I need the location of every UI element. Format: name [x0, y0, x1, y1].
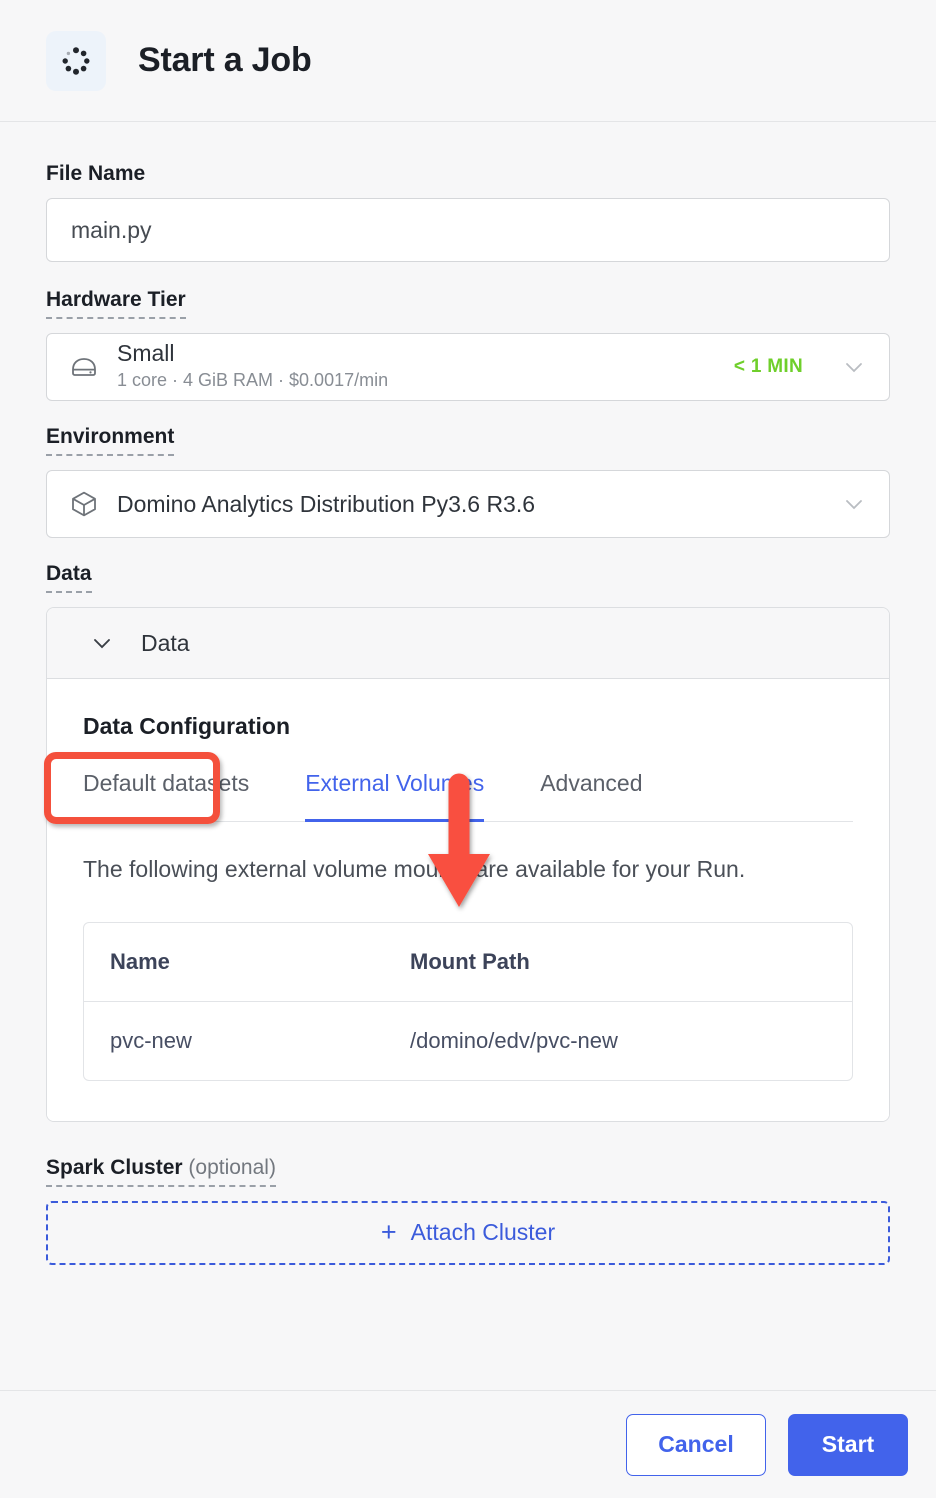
chevron-down-icon	[89, 630, 115, 656]
attach-cluster-button[interactable]: + Attach Cluster	[46, 1200, 890, 1265]
hardware-tier-label: Hardware Tier	[46, 288, 186, 319]
data-label: Data	[46, 562, 92, 593]
dialog-body: File Name main.py Hardware Tier Small 1 …	[0, 122, 936, 1390]
spark-cluster-label-text: Spark Cluster	[46, 1155, 183, 1179]
data-configuration-title: Data Configuration	[83, 713, 290, 739]
data-configuration-tabs: Default datasets External Volumes Advanc…	[83, 770, 853, 822]
page-title: Start a Job	[138, 41, 312, 79]
dialog-footer: Cancel Start	[0, 1390, 936, 1498]
data-accordion-label: Data	[141, 629, 190, 656]
hardware-tier-eta-badge: < 1 MIN	[733, 356, 803, 377]
tab-external-volumes[interactable]: External Volumes	[305, 770, 485, 822]
chevron-down-icon[interactable]	[841, 354, 867, 380]
attach-cluster-label: Attach Cluster	[410, 1219, 556, 1246]
environment-value: Domino Analytics Distribution Py3.6 R3.6	[117, 490, 536, 517]
environment-label: Environment	[46, 425, 175, 456]
plus-icon: +	[380, 1217, 397, 1248]
data-card: Data Data Configuration Default datasets…	[46, 607, 890, 1122]
hardware-tier-specs: 1 core · 4 GiB RAM · $0.0017/min	[117, 370, 389, 391]
cell-volume-name: pvc-new	[110, 1027, 192, 1053]
external-volumes-table: Name Mount Path pvc-new /domino/edv/pvc-…	[83, 921, 853, 1081]
start-button[interactable]: Start	[788, 1413, 908, 1476]
cell-mount-path: /domino/edv/pvc-new	[410, 1027, 618, 1053]
start-a-job-dialog: Start a Job File Name main.py Hardware T…	[0, 0, 936, 1498]
dialog-header: Start a Job	[0, 0, 936, 122]
hardware-tier-select[interactable]: Small 1 core · 4 GiB RAM · $0.0017/min <…	[46, 333, 890, 401]
file-name-value: main.py	[71, 216, 152, 243]
cube-icon	[69, 489, 99, 519]
column-header-mount-path: Mount Path	[384, 923, 852, 1002]
spinner-dots-icon	[46, 30, 106, 91]
file-name-input[interactable]: main.py	[46, 198, 890, 262]
table-header-row: Name Mount Path	[84, 923, 852, 1002]
external-volumes-description: The following external volume mounts are…	[83, 856, 746, 882]
tab-default-datasets[interactable]: Default datasets	[83, 770, 249, 822]
data-card-body: Data Configuration Default datasets Exte…	[47, 679, 889, 1121]
spark-cluster-label: Spark Cluster (optional)	[46, 1156, 276, 1187]
cancel-button[interactable]: Cancel	[626, 1413, 766, 1476]
column-header-name: Name	[84, 923, 384, 1002]
hardware-tier-name: Small	[117, 340, 175, 367]
table-row: pvc-new /domino/edv/pvc-new	[84, 1002, 852, 1080]
tab-advanced[interactable]: Advanced	[540, 770, 642, 822]
environment-select[interactable]: Domino Analytics Distribution Py3.6 R3.6	[46, 470, 890, 538]
spark-cluster-optional-text: (optional)	[188, 1155, 276, 1179]
data-accordion-header[interactable]: Data	[47, 608, 889, 679]
hardware-tier-info: Small 1 core · 4 GiB RAM · $0.0017/min	[117, 341, 734, 392]
file-name-label: File Name	[46, 162, 146, 185]
chevron-down-icon[interactable]	[841, 491, 867, 517]
hard-drive-icon	[69, 352, 99, 382]
